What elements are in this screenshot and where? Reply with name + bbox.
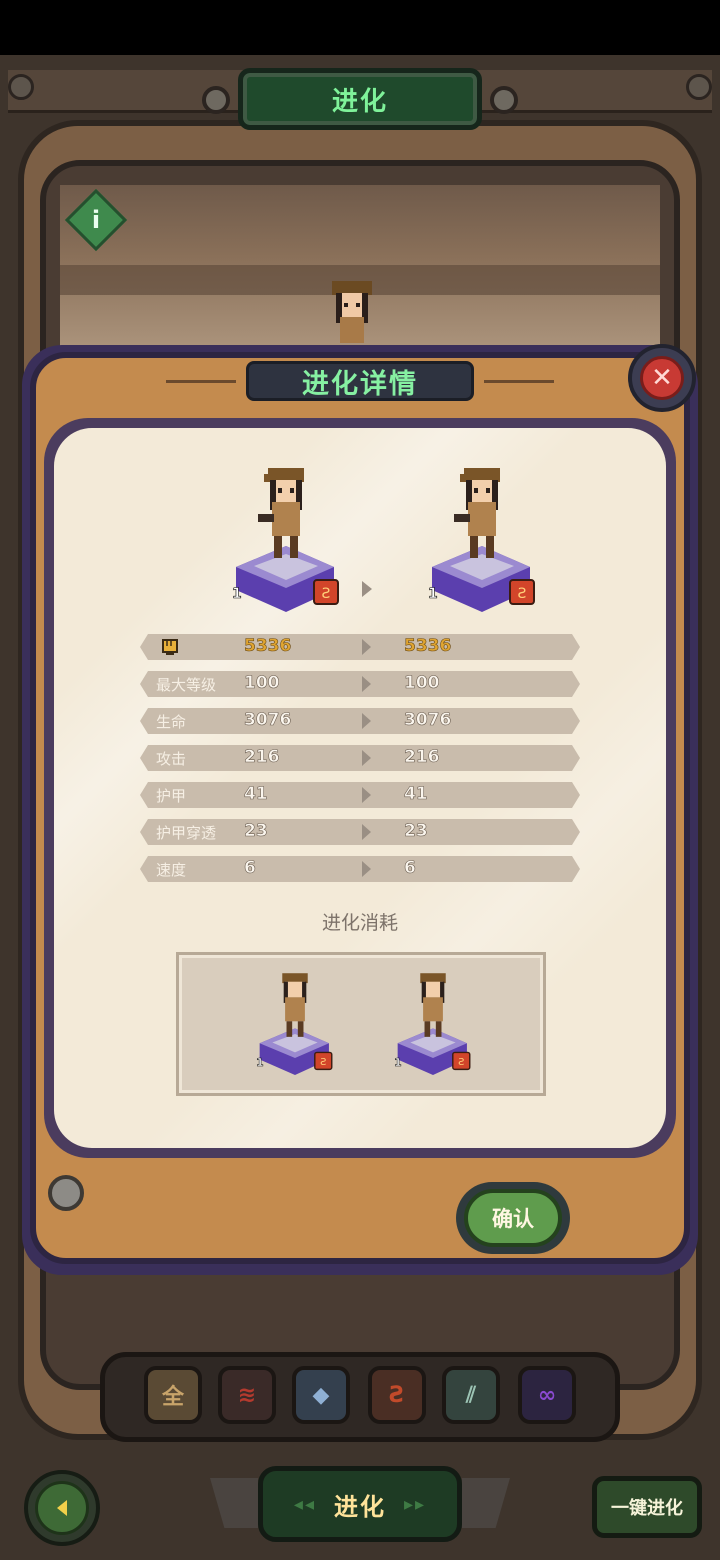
filter-dragon-button[interactable]: Ƨ	[368, 1366, 426, 1424]
stat-before: 216	[244, 747, 280, 767]
stat-before: 41	[244, 784, 268, 804]
fist-icon	[160, 637, 180, 657]
arrow-right-icon	[362, 787, 371, 803]
hero-sprite	[332, 281, 372, 343]
unit-level: 1	[232, 586, 242, 603]
game-screen: 进化 i 进化详情 ✕ Ƨ 1 Ƨ 1 5336 5336 最大等级 100 1…	[0, 0, 720, 1560]
unit-level: 1	[428, 586, 438, 603]
cost-unit[interactable]: Ƨ 1	[392, 968, 474, 1076]
arrow-right-icon	[362, 713, 371, 729]
filter-claw-button[interactable]: ⫽	[442, 1366, 500, 1424]
svg-text:Ƨ: Ƨ	[518, 586, 527, 602]
stat-label: 生命	[156, 713, 187, 731]
unit-level: 1	[256, 1056, 264, 1070]
bolt-icon	[202, 86, 230, 114]
cost-slot-box	[176, 952, 546, 1096]
hero-on-pedestal-icon: Ƨ	[236, 468, 339, 612]
stat-before: 3076	[244, 710, 292, 730]
hero-on-pedestal-icon: Ƨ	[397, 973, 471, 1076]
stat-before: 6	[244, 858, 256, 878]
rivet-icon	[686, 74, 712, 100]
stat-after: 23	[404, 821, 428, 841]
stat-row-max-level: 最大等级 100 100	[140, 671, 580, 697]
cost-unit[interactable]: Ƨ 1	[254, 968, 336, 1076]
stat-label: 攻击	[156, 750, 187, 768]
arrow-right-icon	[362, 750, 371, 766]
stat-label: 护甲	[156, 787, 187, 805]
arrow-right-icon	[362, 639, 371, 655]
bolt-icon	[48, 1175, 84, 1211]
stat-label: 护甲穿透	[156, 824, 217, 842]
filter-fire-button[interactable]: ≋	[218, 1366, 276, 1424]
close-icon: ✕	[640, 356, 684, 400]
stat-after: 3076	[404, 710, 452, 730]
back-arrow-icon	[35, 1481, 89, 1535]
confirm-button[interactable]: 确认	[464, 1189, 562, 1247]
claw-icon: ⫽	[466, 1382, 476, 1408]
arrow-right-icon	[362, 824, 371, 840]
modal-title: 进化详情	[302, 368, 418, 400]
back-button[interactable]	[24, 1470, 100, 1546]
unit-level: 1	[394, 1056, 402, 1070]
unit-before: Ƨ 1	[228, 462, 344, 612]
stat-after: 216	[404, 747, 440, 767]
hero-on-pedestal-icon: Ƨ	[259, 973, 333, 1076]
info-icon: i	[91, 206, 101, 234]
stat-after: 41	[404, 784, 428, 804]
filter-infinity-button[interactable]: ∞	[518, 1366, 576, 1424]
dragon-icon: Ƨ	[389, 1382, 405, 1408]
stat-after: 6	[404, 858, 416, 878]
filter-beast-button[interactable]: ◆	[292, 1366, 350, 1424]
filter-all-button[interactable]: 全	[144, 1366, 202, 1424]
stat-label: 速度	[156, 861, 187, 879]
tab-evolve-label: 进化	[334, 1492, 386, 1521]
stat-row-power: 5336 5336	[140, 634, 580, 660]
bolt-icon	[490, 86, 518, 114]
arrow-right-icon	[362, 861, 371, 877]
stat-before: 100	[244, 673, 280, 693]
stat-after: 5336	[404, 636, 452, 656]
filter-all-icon: 全	[161, 1385, 184, 1410]
flame-icon: ≋	[237, 1382, 257, 1408]
stat-row-attack: 攻击 216 216	[140, 745, 580, 771]
cost-title: 进化消耗	[321, 912, 398, 934]
infinity-icon: ∞	[537, 1382, 557, 1408]
close-button[interactable]: ✕	[628, 344, 696, 412]
stat-before: 5336	[244, 636, 292, 656]
title-divider	[484, 380, 554, 383]
unit-after: Ƨ 1	[424, 462, 540, 612]
stat-label: 最大等级	[156, 676, 217, 694]
status-bar	[0, 0, 720, 55]
tab-evolve[interactable]: ◂◂ 进化 ▸▸	[258, 1466, 462, 1542]
arrow-right-icon	[362, 581, 372, 597]
chevron-right-icon: ▸▸	[404, 1493, 427, 1515]
one-key-evolve-button[interactable]: 一键进化	[592, 1476, 702, 1538]
beast-icon: ◆	[312, 1382, 330, 1408]
stat-row-armor-pen: 护甲穿透 23 23	[140, 819, 580, 845]
page-title: 进化	[331, 86, 388, 117]
page-title-plate: 进化	[238, 68, 482, 130]
svg-text:Ƨ: Ƨ	[320, 1057, 326, 1068]
stat-row-speed: 速度 6 6	[140, 856, 580, 882]
modal-title-plate: 进化详情	[246, 361, 474, 401]
stat-row-hp: 生命 3076 3076	[140, 708, 580, 734]
svg-text:Ƨ: Ƨ	[322, 586, 331, 602]
hero-on-pedestal-icon: Ƨ	[432, 468, 535, 612]
arrow-right-icon	[362, 676, 371, 692]
svg-text:Ƨ: Ƨ	[458, 1057, 464, 1068]
stat-before: 23	[244, 821, 268, 841]
stat-row-armor: 护甲 41 41	[140, 782, 580, 808]
chevron-left-icon: ◂◂	[293, 1493, 316, 1515]
stat-after: 100	[404, 673, 440, 693]
rivet-icon	[8, 74, 34, 100]
title-divider	[166, 380, 236, 383]
